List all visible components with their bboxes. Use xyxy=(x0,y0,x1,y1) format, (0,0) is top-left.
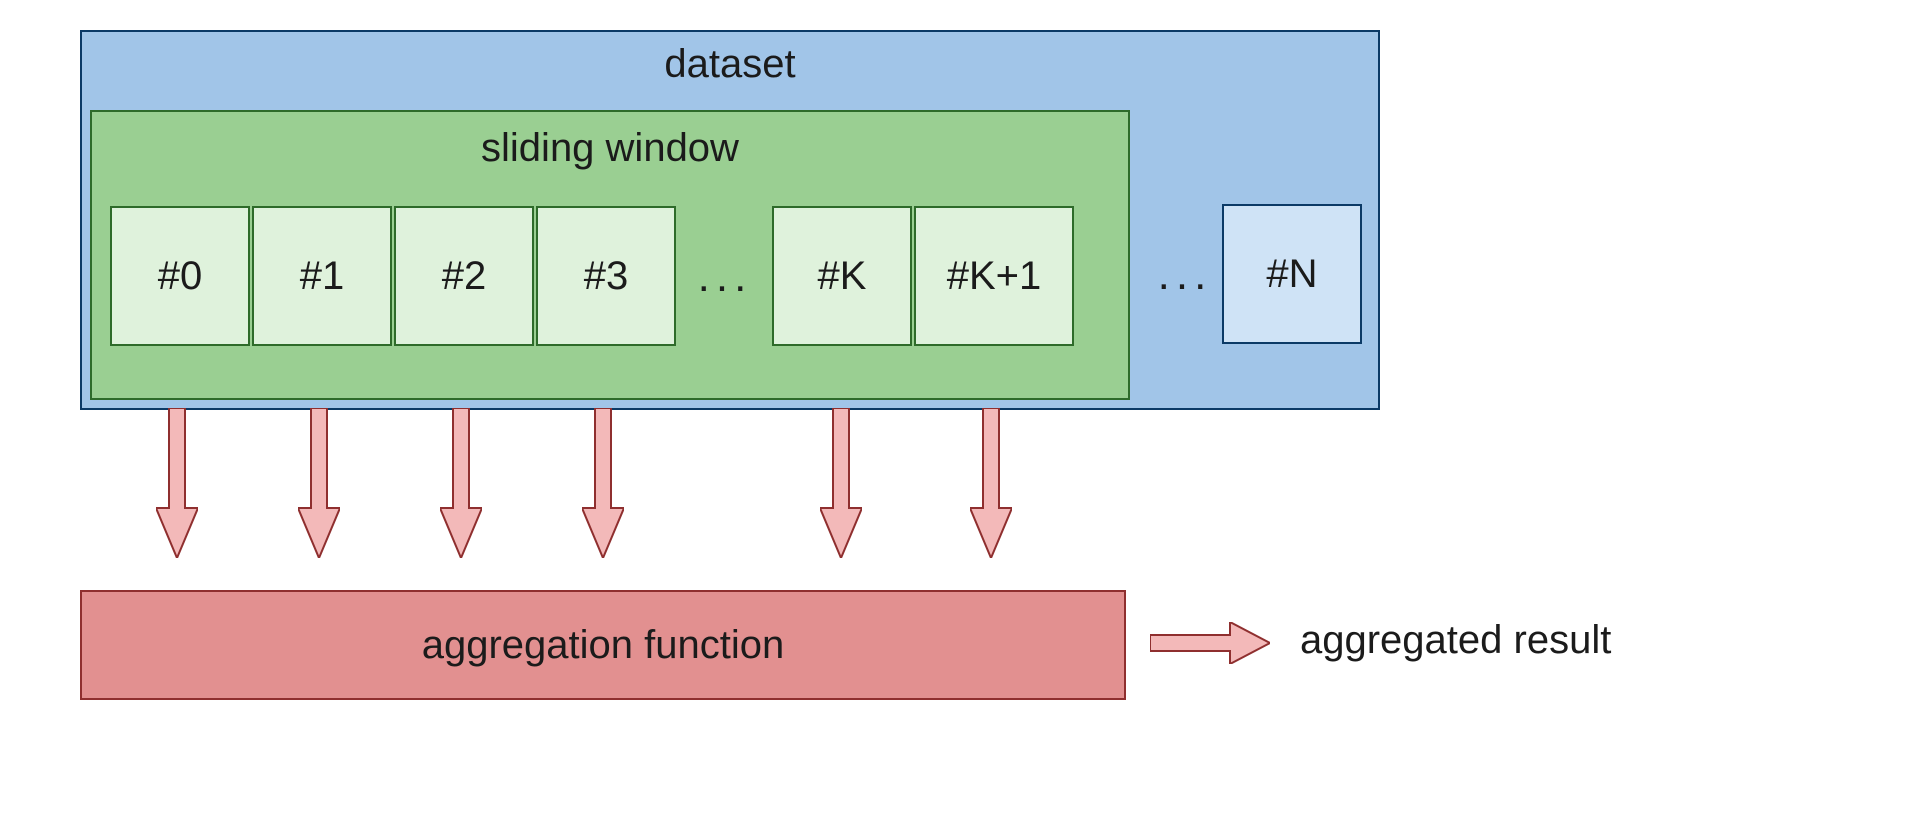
sliding-window-label: sliding window xyxy=(92,126,1128,171)
down-arrow-icon xyxy=(582,408,624,558)
down-arrow-icon xyxy=(298,408,340,558)
down-arrow-icon xyxy=(440,408,482,558)
right-arrow-icon xyxy=(1150,622,1270,664)
cell-k: #K xyxy=(772,206,912,346)
sliding-window-box: sliding window #0 #1 #2 #3 ... #K #K+1 xyxy=(90,110,1130,400)
cell-2: #2 xyxy=(394,206,534,346)
cell-3: #3 xyxy=(536,206,676,346)
aggregation-label: aggregation function xyxy=(422,623,785,668)
down-arrow-icon xyxy=(820,408,862,558)
dataset-box: dataset sliding window #0 #1 #2 #3 ... #… xyxy=(80,30,1380,410)
aggregated-result-label: aggregated result xyxy=(1300,618,1611,663)
cell-1: #1 xyxy=(252,206,392,346)
outer-ellipsis: ... xyxy=(1150,250,1220,300)
down-arrow-icon xyxy=(156,408,198,558)
down-arrow-icon xyxy=(970,408,1012,558)
diagram-stage: dataset sliding window #0 #1 #2 #3 ... #… xyxy=(80,30,1840,790)
cell-k1: #K+1 xyxy=(914,206,1074,346)
inner-ellipsis: ... xyxy=(690,252,760,302)
dataset-label: dataset xyxy=(82,42,1378,87)
aggregation-box: aggregation function xyxy=(80,590,1126,700)
cell-n: #N xyxy=(1222,204,1362,344)
cell-0: #0 xyxy=(110,206,250,346)
